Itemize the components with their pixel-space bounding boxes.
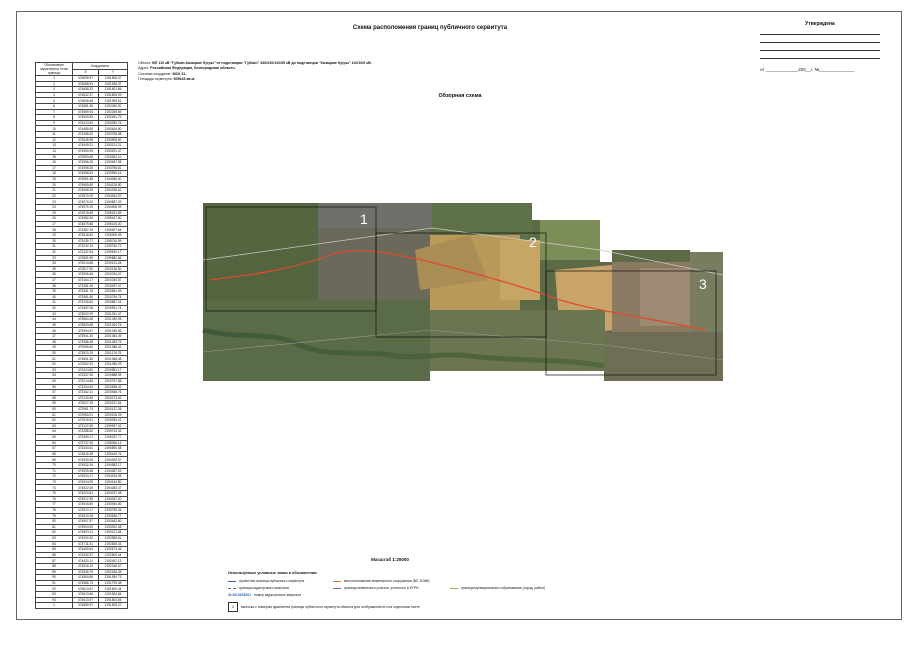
legend-text: местоположение инженерного сооружения (В…	[344, 579, 430, 583]
fragment-label-2: 2	[529, 234, 537, 250]
legend-text: граница кадастрового квартала	[239, 586, 289, 590]
line-swatch-icon	[450, 587, 458, 589]
legend-text: граница земельного участка, учтенного в …	[344, 586, 419, 590]
line-swatch-icon	[228, 587, 236, 589]
legend-item-municipal: граница муниципального образования (горо…	[450, 586, 545, 590]
legend-title: Используемые условные знаки и обозначени…	[228, 571, 318, 575]
legend-item-engineering: местоположение инженерного сооружения (В…	[333, 579, 429, 583]
legend-text: граница муниципального образования (горо…	[461, 586, 545, 590]
scale-label: Масштаб 1:25000	[371, 557, 409, 562]
legend-item-egrn: граница земельного участка, учтенного в …	[333, 586, 419, 590]
line-swatch-icon	[228, 580, 236, 582]
line-swatch-icon	[333, 587, 341, 589]
legend-item-code: 31:03:0101001 номер кадастрового квартала	[228, 593, 301, 597]
legend-text: номер кадастрового квартала	[254, 593, 301, 597]
legend-text: выноска с номером фрагмента границы публ…	[241, 605, 420, 609]
overview-map: 1 2 3	[202, 203, 724, 381]
satellite-imagery	[202, 203, 724, 381]
legend-item-servitude: проектная граница публичного сервитута	[228, 579, 304, 583]
legend: Используемые условные знаки и обозначени…	[228, 571, 545, 612]
legend-item-fragment: 1 выноска с номером фрагмента границы пуб…	[228, 602, 420, 612]
fragment-label-1: 1	[360, 211, 368, 227]
legend-text: проектная граница публичного сервитута	[239, 579, 305, 583]
fragment-callout-icon: 1	[228, 602, 238, 612]
fragment-label-3: 3	[699, 276, 707, 292]
legend-item-cadastral: граница кадастрового квартала	[228, 586, 289, 590]
line-swatch-icon	[333, 580, 341, 582]
cadastral-code-sample: 31:03:0101001	[228, 593, 252, 597]
